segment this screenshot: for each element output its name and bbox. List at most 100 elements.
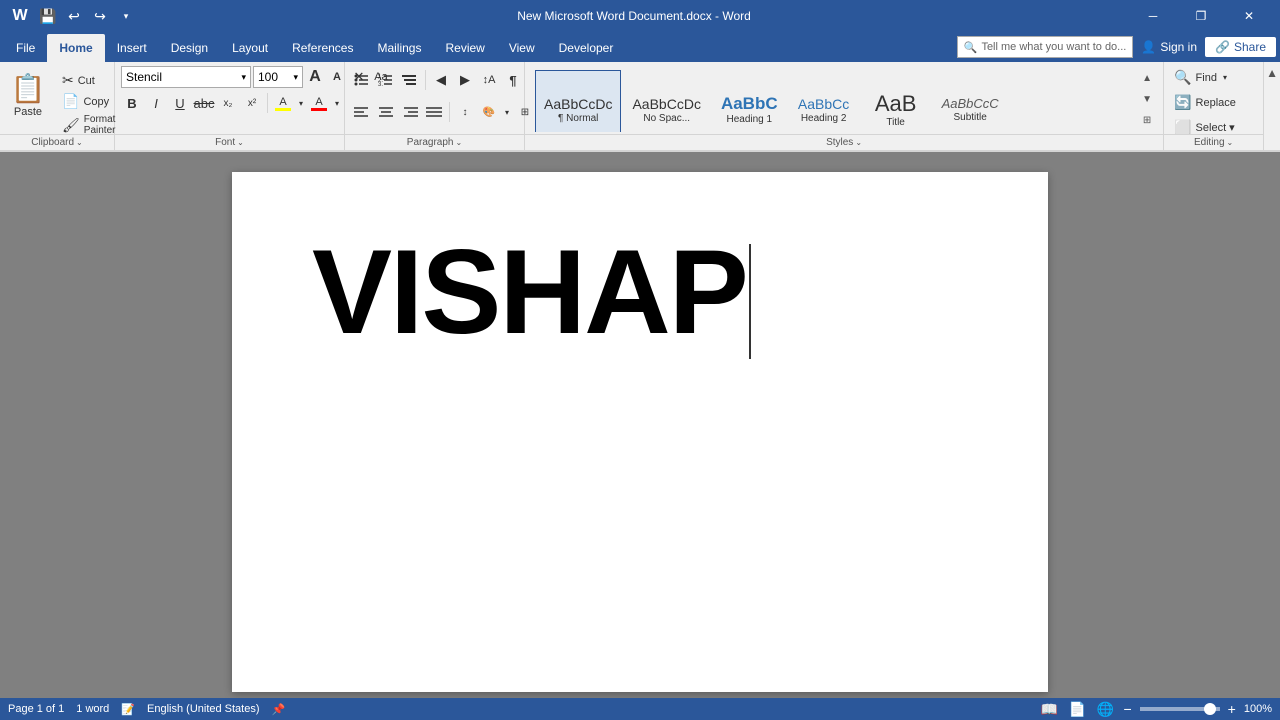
tab-references[interactable]: References	[280, 34, 365, 62]
paragraph-expand-icon[interactable]: ⌄	[456, 138, 463, 147]
highlight-dropdown[interactable]: ▾	[296, 93, 306, 113]
shrink-font-button[interactable]: A	[327, 67, 347, 87]
bullets-button[interactable]	[351, 69, 373, 91]
styles-scroll-down[interactable]: ▼	[1139, 89, 1155, 109]
tab-layout[interactable]: Layout	[220, 34, 280, 62]
spellcheck-icon[interactable]: 📝	[121, 703, 135, 716]
shading-dropdown[interactable]: ▾	[502, 102, 512, 122]
zoom-slider[interactable]	[1140, 707, 1220, 711]
web-layout-button[interactable]: 🌐	[1095, 699, 1115, 719]
separator	[267, 93, 268, 113]
clipboard-secondary: ✂ Cut 📄 Copy 🖌 Format Painter	[58, 66, 119, 138]
document-title: New Microsoft Word Document.docx - Word	[517, 9, 751, 23]
font-color-dropdown[interactable]: ▾	[332, 93, 342, 113]
cut-button[interactable]: ✂ Cut	[58, 70, 119, 91]
strikethrough-button[interactable]: abc	[193, 92, 215, 114]
read-mode-button[interactable]: 📖	[1039, 699, 1059, 719]
style-no-spacing[interactable]: AaBbCcDc No Spac...	[623, 70, 709, 132]
find-button[interactable]: 🔍 Find ▾	[1170, 66, 1231, 89]
align-left-button[interactable]	[351, 101, 373, 123]
close-button[interactable]: ✕	[1226, 0, 1272, 32]
ribbon-tabs: File Home Insert Design Layout Reference…	[0, 32, 1280, 62]
paste-button[interactable]: 📋 Paste	[6, 66, 50, 122]
clipboard-expand-icon[interactable]: ⌄	[76, 138, 83, 147]
status-bar: Page 1 of 1 1 word 📝 English (United Sta…	[0, 698, 1280, 720]
search-placeholder: Tell me what you want to do...	[981, 41, 1126, 53]
align-center-button[interactable]	[375, 101, 397, 123]
decrease-indent-button[interactable]: ◀	[430, 69, 452, 91]
find-dropdown-icon: ▾	[1223, 73, 1227, 82]
tab-review[interactable]: Review	[433, 34, 496, 62]
zoom-in-button[interactable]: +	[1228, 701, 1236, 717]
size-dropdown-icon: ▾	[293, 72, 298, 83]
numbering-button[interactable]: 1.2.3.	[375, 69, 397, 91]
style-subtitle[interactable]: AaBbCcC Subtitle	[933, 70, 1008, 132]
tab-design[interactable]: Design	[159, 34, 220, 62]
copy-icon: 📄	[62, 93, 79, 110]
editing-expand-icon[interactable]: ⌄	[1227, 138, 1234, 147]
superscript-button[interactable]: x²	[241, 92, 263, 114]
styles-expand-icon[interactable]: ⌄	[855, 138, 862, 147]
show-hide-button[interactable]: ¶	[502, 69, 524, 91]
highlight-color-bar	[275, 108, 291, 111]
underline-button[interactable]: U	[169, 92, 191, 114]
undo-button[interactable]: ↩	[62, 4, 86, 28]
sort-button[interactable]: ↕A	[478, 69, 500, 91]
tab-mailings[interactable]: Mailings	[365, 34, 433, 62]
document-text-content: VISHAP	[312, 225, 747, 359]
ribbon-collapse[interactable]: ▲	[1264, 62, 1280, 150]
style-title[interactable]: AaB Title	[861, 70, 931, 132]
minimize-button[interactable]: ─	[1130, 0, 1176, 32]
document-text[interactable]: VISHAP	[312, 232, 968, 359]
bold-button[interactable]: B	[121, 92, 143, 114]
font-format-row: B I U abc x₂ x² A ▾ A ▾	[121, 92, 342, 114]
customize-quick-access-button[interactable]: ▾	[114, 4, 138, 28]
font-color-button[interactable]: A	[308, 92, 330, 114]
copy-button[interactable]: 📄 Copy	[58, 91, 119, 112]
subscript-button[interactable]: x₂	[217, 92, 239, 114]
tab-insert[interactable]: Insert	[105, 34, 159, 62]
print-layout-button[interactable]: 📄	[1067, 699, 1087, 719]
justify-button[interactable]	[423, 101, 445, 123]
tab-view[interactable]: View	[497, 34, 547, 62]
style-heading1[interactable]: AaBbC Heading 1	[712, 70, 787, 132]
text-highlight-button[interactable]: A	[272, 92, 294, 114]
style-normal[interactable]: AaBbCcDc ¶ Normal	[535, 70, 621, 132]
cut-icon: ✂	[62, 72, 74, 89]
paragraph-group-inner: 1.2.3. ◀ ▶ ↕A ¶	[351, 66, 518, 132]
tab-developer[interactable]: Developer	[547, 34, 626, 62]
title-bar-left: W 💾 ↩ ↪ ▾	[8, 4, 138, 28]
document-area[interactable]: VISHAP	[0, 152, 1280, 698]
redo-button[interactable]: ↪	[88, 4, 112, 28]
styles-more-button[interactable]: ⊞	[1139, 110, 1155, 130]
font-expand-icon[interactable]: ⌄	[237, 138, 244, 147]
tab-file[interactable]: File	[4, 34, 47, 62]
italic-button[interactable]: I	[145, 92, 167, 114]
share-button[interactable]: 🔗 Share	[1205, 37, 1276, 57]
align-right-button[interactable]	[399, 101, 421, 123]
restore-button[interactable]: ❐	[1178, 0, 1224, 32]
line-spacing-button[interactable]: ↕	[454, 101, 476, 123]
save-button[interactable]: 💾	[36, 4, 60, 28]
multilevel-list-button[interactable]	[399, 69, 421, 91]
shading-button[interactable]: 🎨	[478, 101, 500, 123]
paragraph-row2: ↕ 🎨 ▾ ⊞ ▾	[351, 98, 548, 126]
signin-button[interactable]: 👤 Sign in	[1141, 40, 1197, 54]
style-heading2[interactable]: AaBbCc Heading 2	[789, 70, 859, 132]
grow-font-button[interactable]: A	[305, 67, 325, 87]
zoom-out-button[interactable]: −	[1123, 701, 1131, 717]
format-painter-icon: 🖌	[62, 117, 80, 134]
zoom-level[interactable]: 100%	[1244, 703, 1272, 715]
tab-home[interactable]: Home	[47, 34, 104, 62]
replace-button[interactable]: 🔄 Replace	[1170, 91, 1240, 114]
paste-label: Paste	[14, 106, 42, 118]
language-indicator[interactable]: English (United States)	[147, 703, 260, 715]
search-ribbon[interactable]: 🔍 Tell me what you want to do...	[957, 36, 1134, 58]
font-name-select[interactable]: Stencil ▾	[121, 66, 251, 88]
styles-scroll-up[interactable]: ▲	[1139, 68, 1155, 88]
text-cursor	[749, 244, 751, 359]
increase-indent-button[interactable]: ▶	[454, 69, 476, 91]
style-no-spacing-label: No Spac...	[643, 113, 690, 124]
separator	[425, 70, 426, 90]
font-size-select[interactable]: 100 ▾	[253, 66, 303, 88]
